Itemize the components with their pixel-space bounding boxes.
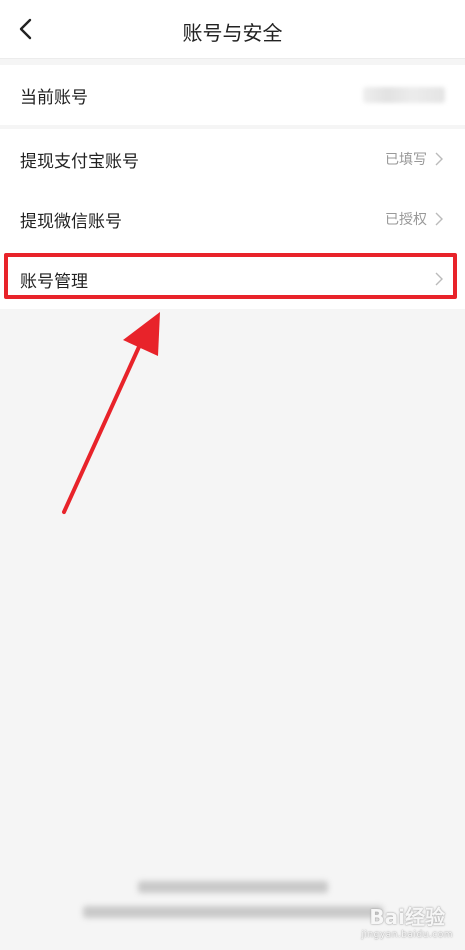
watermark-brand: Bai经验: [369, 905, 446, 929]
current-account-value: [363, 87, 445, 103]
wechat-withdraw-label: 提现微信账号: [20, 211, 122, 232]
chevron-right-icon: [435, 152, 445, 166]
chevron-right-icon: [435, 212, 445, 226]
watermark-logo: Bai经验 jingyan.baidu.com: [361, 901, 453, 940]
current-account-section: 当前账号: [0, 65, 465, 125]
current-account-row: 当前账号: [0, 65, 465, 125]
chevron-right-icon: [435, 272, 445, 286]
page-title: 账号与安全: [182, 21, 283, 45]
wechat-withdraw-status: 已授权: [385, 212, 427, 228]
navigation-bar: 账号与安全: [0, 0, 465, 59]
watermark-url: jingyan.baidu.com: [361, 930, 453, 940]
account-management-label: 账号管理: [20, 271, 88, 292]
footer-line-1: [0, 878, 465, 897]
alipay-withdraw-status: 已填写: [385, 152, 427, 168]
alipay-withdraw-row[interactable]: 提现支付宝账号 已填写: [0, 129, 465, 189]
alipay-withdraw-label: 提现支付宝账号: [20, 151, 139, 172]
wechat-withdraw-row[interactable]: 提现微信账号 已授权: [0, 189, 465, 249]
account-management-row[interactable]: 账号管理: [0, 249, 465, 309]
withdraw-section: 提现支付宝账号 已填写 提现微信账号 已授权 账号管理: [0, 129, 465, 309]
current-account-label: 当前账号: [20, 87, 88, 108]
